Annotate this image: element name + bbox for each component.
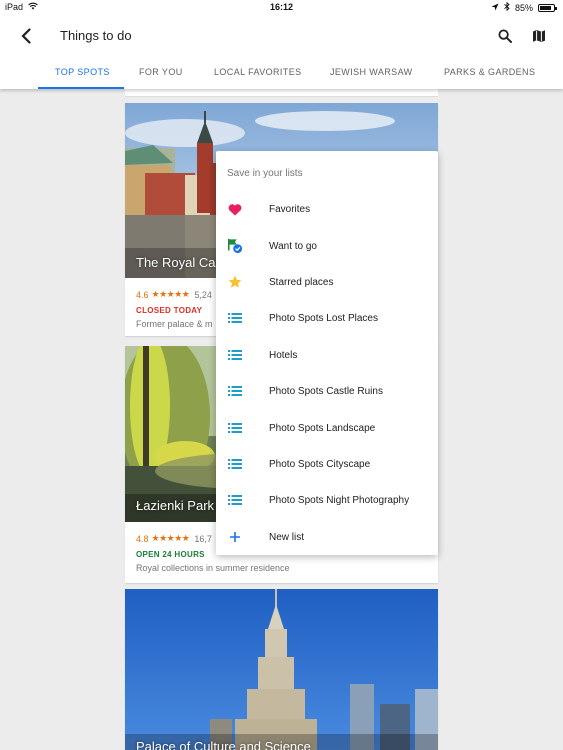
rating-stars: ★★★★★ <box>151 533 190 543</box>
menu-item-label: Photo Spots Castle Ruins <box>269 385 383 397</box>
rating-line: 4.6 ★★★★★ 5,24 <box>136 289 213 300</box>
place-description: Royal collections in summer residence <box>136 563 290 573</box>
palace-of-culture-photo <box>125 589 438 750</box>
menu-item-label: Photo Spots Cityscape <box>269 458 371 470</box>
map-button[interactable] <box>528 25 550 47</box>
menu-item-photo-spots-landscape[interactable]: Photo Spots Landscape <box>216 410 438 446</box>
menu-item-hotels[interactable]: Hotels <box>216 337 438 373</box>
search-button[interactable] <box>494 25 516 47</box>
flag-check-icon <box>227 238 243 254</box>
save-to-list-menu: Save in your lists Favorites Want to go … <box>216 151 438 555</box>
menu-item-starred-places[interactable]: Starred places <box>216 264 438 300</box>
category-tabs: TOP SPOTS FOR YOU LOCAL FAVORITES JEWISH… <box>0 58 563 89</box>
heart-icon <box>227 201 243 217</box>
tab-jewish-warsaw[interactable]: JEWISH WARSAW <box>330 67 413 77</box>
menu-item-want-to-go[interactable]: Want to go <box>216 228 438 264</box>
review-count: 5,24 <box>194 289 212 300</box>
app-bar: Things to do <box>0 14 563 58</box>
menu-item-photo-spots-lost-places[interactable]: Photo Spots Lost Places <box>216 300 438 336</box>
rating-stars: ★★★★★ <box>151 289 190 299</box>
location-arrow-icon <box>491 3 499 13</box>
plus-icon <box>227 529 243 545</box>
chevron-left-icon <box>21 28 31 44</box>
menu-item-label: Favorites <box>269 203 311 215</box>
previous-card-edge <box>125 89 438 97</box>
search-icon <box>498 29 512 43</box>
bluetooth-icon <box>504 1 510 13</box>
list-icon <box>227 420 243 436</box>
review-count: 16,7 <box>194 533 212 544</box>
list-icon <box>227 310 243 326</box>
battery-percent: 85% <box>514 2 533 13</box>
place-name: The Royal Cas <box>136 255 222 270</box>
place-description: Former palace & m <box>136 319 213 329</box>
menu-item-label: Photo Spots Lost Places <box>269 312 378 324</box>
tab-for-you[interactable]: FOR YOU <box>139 67 183 77</box>
menu-item-label: Photo Spots Landscape <box>269 422 376 434</box>
tab-parks-gardens[interactable]: PARKS & GARDENS <box>444 67 535 77</box>
tab-top-spots[interactable]: TOP SPOTS <box>55 67 110 77</box>
menu-item-label: Hotels <box>269 349 298 361</box>
list-icon <box>227 456 243 472</box>
status-bar: iPad 16:12 85% <box>0 0 563 14</box>
menu-item-label: Starred places <box>269 276 334 288</box>
menu-item-photo-spots-castle-ruins[interactable]: Photo Spots Castle Ruins <box>216 373 438 409</box>
page-title: Things to do <box>60 28 132 43</box>
back-button[interactable] <box>14 24 38 48</box>
menu-heading: Save in your lists <box>227 168 303 179</box>
map-icon <box>533 30 545 42</box>
list-icon <box>227 492 243 508</box>
active-tab-indicator <box>38 87 124 89</box>
menu-item-favorites[interactable]: Favorites <box>216 191 438 227</box>
menu-item-label: New list <box>269 531 305 543</box>
star-icon <box>227 274 243 290</box>
tab-local-favorites[interactable]: LOCAL FAVORITES <box>214 67 302 77</box>
clock: 16:12 <box>269 2 294 12</box>
place-name: Palace of Culture and Science <box>136 739 311 750</box>
menu-item-photo-spots-cityscape[interactable]: Photo Spots Cityscape <box>216 446 438 482</box>
menu-item-label: Photo Spots Night Photography <box>269 494 410 506</box>
rating-value: 4.8 <box>136 533 149 544</box>
list-icon <box>227 383 243 399</box>
place-name: Łazienki Park <box>136 498 215 513</box>
status-badge: CLOSED TODAY <box>136 306 203 315</box>
menu-item-new-list[interactable]: New list <box>216 519 438 555</box>
list-icon <box>227 347 243 363</box>
rating-value: 4.6 <box>136 289 149 300</box>
menu-item-photo-spots-night-photography[interactable]: Photo Spots Night Photography <box>216 482 438 518</box>
place-card-palace-of-culture[interactable]: Palace of Culture and Science <box>125 589 438 750</box>
place-info: 4.6 ★★★★★ 5,24 CLOSED TODAY Former palac… <box>136 289 213 329</box>
battery-icon <box>538 3 557 12</box>
menu-item-label: Want to go <box>269 240 317 252</box>
